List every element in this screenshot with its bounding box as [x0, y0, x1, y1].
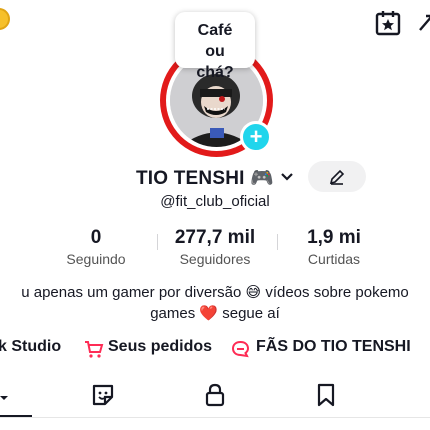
- cart-icon: [85, 341, 104, 358]
- link-studio[interactable]: k Studio: [0, 338, 61, 356]
- link-fans-label: FÃS DO TIO TENSHI: [256, 338, 411, 355]
- stat-followers[interactable]: 277,7 mil Seguidores: [165, 227, 265, 269]
- edit-profile-button[interactable]: [308, 161, 366, 192]
- profile-handle: @fit_club_oficial: [160, 193, 270, 210]
- profile-links: k Studio Seus pedidos FÃS DO TIO TENSHI: [0, 338, 430, 360]
- stat-value: 277,7 mil: [174, 227, 256, 248]
- bio-line: games ❤️ segue aí: [150, 305, 280, 322]
- content-tabs: [0, 374, 430, 418]
- pencil-icon: [329, 169, 345, 185]
- stat-value: 0: [90, 227, 102, 248]
- stat-label: Curtidas: [307, 251, 361, 267]
- stat-likes[interactable]: 1,9 mi Curtidas: [290, 227, 378, 269]
- username: TIO TENSHI 🎮: [136, 168, 274, 189]
- chat-icon: [231, 340, 250, 358]
- link-fans[interactable]: FÃS DO TIO TENSHI: [231, 338, 411, 358]
- share-icon[interactable]: [418, 12, 430, 34]
- calendar-star-icon[interactable]: [375, 10, 401, 36]
- stat-label: Seguindo: [66, 251, 126, 267]
- sticker-icon[interactable]: [90, 382, 116, 408]
- bio: u apenas um gamer por diversão 😅 vídeos …: [0, 282, 430, 324]
- add-story-button[interactable]: +: [240, 121, 272, 153]
- bookmark-icon[interactable]: [313, 382, 339, 408]
- coin-icon[interactable]: [0, 8, 10, 30]
- stat-following[interactable]: 0 Seguindo: [52, 227, 140, 269]
- stat-divider: [277, 234, 278, 250]
- stat-label: Seguidores: [179, 251, 251, 267]
- note-bubble-text: Café ou chá?: [196, 22, 234, 81]
- chevron-down-icon[interactable]: [280, 170, 294, 184]
- grid-icon[interactable]: [0, 382, 12, 408]
- bio-line: u apenas um gamer por diversão 😅 vídeos …: [21, 284, 409, 301]
- active-tab-indicator: [0, 415, 32, 417]
- stat-divider: [157, 234, 158, 250]
- note-bubble[interactable]: Café ou chá?: [175, 12, 255, 81]
- lock-icon[interactable]: [202, 382, 228, 408]
- link-orders-label: Seus pedidos: [108, 338, 213, 355]
- stat-value: 1,9 mi: [307, 227, 361, 248]
- link-orders[interactable]: Seus pedidos: [84, 338, 213, 358]
